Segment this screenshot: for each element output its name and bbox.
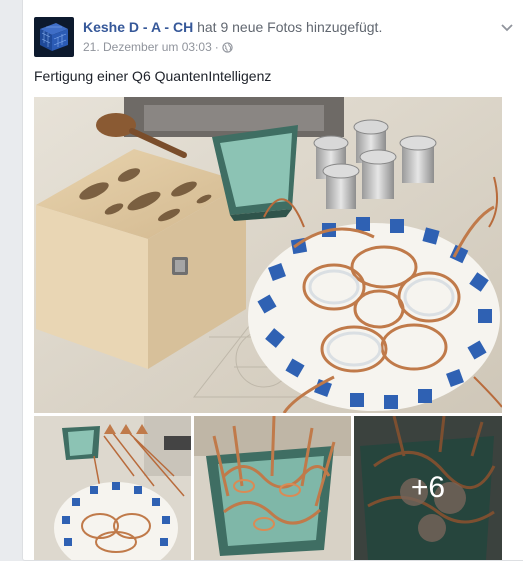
photo-thumbnail[interactable] bbox=[34, 416, 191, 560]
post-header: Keshe D - A - CH hat 9 neue Fotos hinzug… bbox=[34, 17, 515, 57]
main-photo[interactable] bbox=[34, 97, 502, 413]
post-text: Fertigung einer Q6 QuantenIntelligenz bbox=[34, 68, 272, 84]
post-time-line: 21. Dezember um 03:03 · bbox=[83, 39, 485, 57]
chevron-down-icon[interactable] bbox=[499, 19, 515, 35]
separator-dot: · bbox=[214, 40, 219, 54]
author-avatar[interactable] bbox=[34, 17, 74, 57]
more-photos-count[interactable]: +6 bbox=[354, 416, 502, 560]
author-name-link[interactable]: Keshe D - A - CH bbox=[83, 19, 193, 35]
globe-icon[interactable] bbox=[222, 41, 233, 57]
photo-thumbnail[interactable] bbox=[194, 416, 351, 560]
post-meta: Keshe D - A - CH hat 9 neue Fotos hinzug… bbox=[83, 18, 485, 57]
author-line: Keshe D - A - CH hat 9 neue Fotos hinzug… bbox=[83, 18, 485, 36]
post-timestamp-link[interactable]: 21. Dezember um 03:03 bbox=[83, 40, 212, 54]
feed-post: Keshe D - A - CH hat 9 neue Fotos hinzug… bbox=[22, 0, 523, 561]
post-action-text: hat 9 neue Fotos hinzugefügt. bbox=[197, 19, 383, 35]
photo-thumbnail-more[interactable]: +6 bbox=[354, 416, 502, 560]
